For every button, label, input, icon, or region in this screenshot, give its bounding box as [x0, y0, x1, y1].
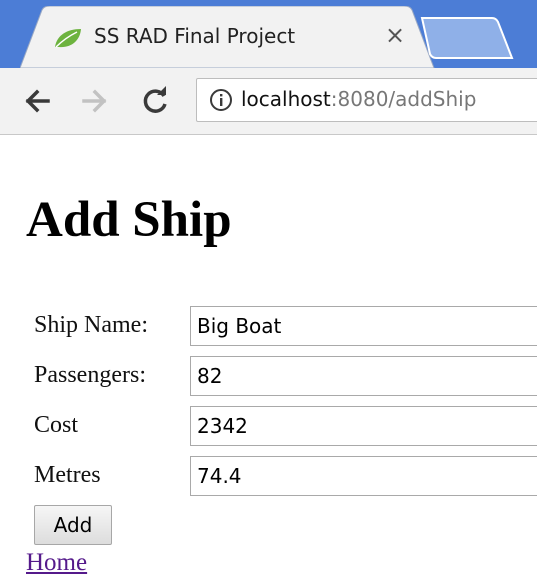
ship-name-input[interactable]: Big Boat [190, 306, 537, 346]
tab-strip: SS RAD Final Project × [0, 0, 537, 68]
address-bar[interactable]: localhost:8080/addShip [196, 78, 537, 122]
new-tab-button[interactable] [412, 14, 524, 62]
page-content: Add Ship Ship Name: Big Boat Passengers:… [0, 135, 537, 586]
tab-title: SS RAD Final Project [94, 24, 296, 48]
home-link[interactable]: Home [26, 549, 87, 577]
ship-name-label: Ship Name: [34, 312, 148, 338]
cost-input[interactable]: 2342 [190, 406, 537, 446]
metres-label: Metres [34, 462, 101, 488]
reload-icon [143, 86, 167, 113]
new-tab-icon [420, 17, 514, 59]
url-text: localhost:8080/addShip [241, 87, 476, 111]
browser-toolbar: localhost:8080/addShip [0, 68, 537, 135]
browser-window: SS RAD Final Project × localhost:8080/ad… [0, 0, 537, 586]
add-button[interactable]: Add [34, 505, 112, 545]
close-tab-icon[interactable]: × [382, 21, 408, 49]
passengers-input[interactable]: 82 [190, 356, 537, 396]
spring-leaf-icon [53, 27, 83, 49]
forward-button[interactable] [78, 84, 112, 118]
arrow-right-icon [82, 89, 107, 113]
passengers-label: Passengers: [34, 362, 146, 388]
metres-input[interactable]: 74.4 [190, 456, 537, 496]
cost-label: Cost [34, 412, 79, 438]
reload-button[interactable] [138, 84, 172, 118]
back-button[interactable] [20, 84, 54, 118]
tab-active[interactable]: SS RAD Final Project × [20, 6, 440, 68]
info-icon[interactable] [209, 88, 233, 112]
url-host: localhost [241, 87, 331, 111]
page-title: Add Ship [26, 192, 232, 248]
url-path: :8080/addShip [330, 87, 477, 111]
arrow-left-icon [25, 89, 50, 113]
